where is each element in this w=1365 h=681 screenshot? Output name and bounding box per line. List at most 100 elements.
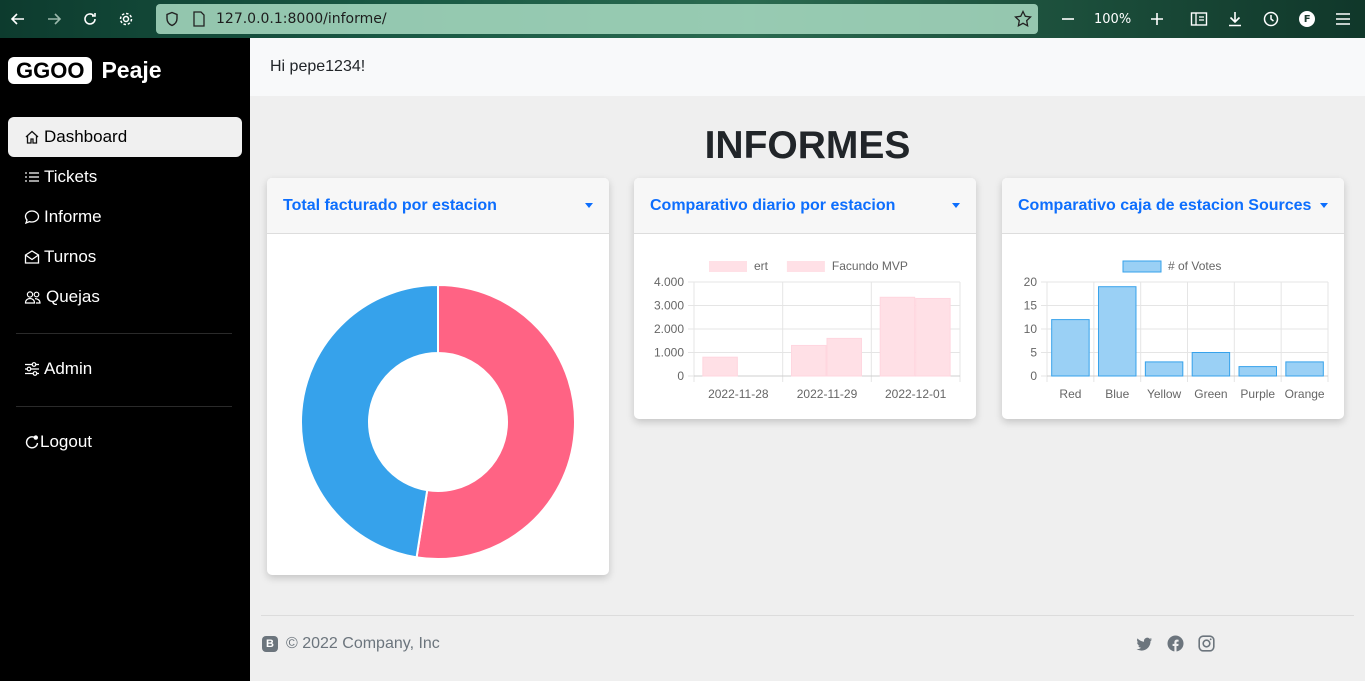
account-button[interactable]: F [1289, 0, 1325, 38]
bar [1238, 366, 1277, 377]
card-title: Total facturado por estacion [283, 196, 497, 214]
x-tick-label: Purple [1240, 387, 1275, 401]
y-tick-label: 2.000 [654, 322, 684, 336]
people-icon [24, 291, 41, 304]
x-tick-label: Blue [1105, 387, 1129, 401]
twitter-icon [1136, 637, 1152, 651]
sidebar-item-quejas[interactable]: Quejas [8, 277, 242, 317]
brand-name: Peaje [101, 57, 162, 83]
y-tick-label: 15 [1024, 299, 1038, 313]
bar [1191, 352, 1231, 377]
downloads-button[interactable] [1217, 0, 1253, 38]
sidebar-item-logout[interactable]: Logout [8, 422, 242, 462]
legend-swatch [709, 261, 747, 272]
logout-icon [25, 435, 39, 449]
y-tick-label: 0 [677, 369, 684, 383]
footer-divider [261, 615, 1354, 616]
daily-bar-chart: ert Facundo MVP 0 1.000 2.000 3.000 4.000 2022-… [654, 259, 961, 401]
sidebar-item-label: Turnos [44, 247, 97, 266]
x-tick-label: 2022-11-28 [708, 387, 769, 401]
sidebar-item-label: Quejas [46, 287, 100, 306]
card-comparativo-diario: Comparativo diario por estacion ert Facun… [634, 178, 976, 419]
doughnut-slice [415, 283, 576, 560]
bar [791, 344, 827, 377]
sidebar-item-admin[interactable]: Admin [8, 349, 242, 389]
bar [1098, 286, 1137, 377]
sidebar-divider [16, 406, 232, 407]
sidebar: GGOO Peaje Dashboard Tickets Informe Tur… [0, 38, 250, 681]
forward-button[interactable] [36, 0, 72, 38]
settings-button[interactable] [108, 0, 144, 38]
sidebar-divider [16, 333, 232, 334]
y-tick-label: 0 [1030, 369, 1037, 383]
mail-icon [24, 250, 40, 264]
clock-icon [1263, 11, 1279, 27]
bar [1144, 361, 1184, 377]
votes-bar-chart: # of Votes 0 5 10 15 20 Red Blue Yellow Green Purp… [1024, 259, 1329, 401]
bar [1285, 361, 1324, 377]
card-header[interactable]: Total facturado por estacion [267, 178, 609, 234]
y-tick-label: 20 [1024, 275, 1038, 289]
card-title: Comparativo diario por estacion [650, 196, 896, 214]
page-title: INFORMES [704, 124, 911, 167]
bar [1051, 319, 1090, 377]
address-bar[interactable]: 127.0.0.1:8000/informe/ [156, 4, 1038, 34]
legend-label: ert [754, 259, 769, 273]
zoom-level[interactable]: 100% [1094, 12, 1131, 27]
sidebar-item-tickets[interactable]: Tickets [8, 157, 242, 197]
x-tick-label: 2022-11-29 [797, 387, 858, 401]
legend-swatch [786, 261, 825, 272]
back-button[interactable] [0, 0, 36, 38]
twitter-link[interactable] [1136, 636, 1153, 652]
shield-icon [166, 11, 178, 27]
sidebar-item-label: Tickets [44, 167, 98, 186]
legend-label: # of Votes [1168, 259, 1221, 273]
bootstrap-logo[interactable]: B [262, 636, 278, 652]
reload-icon [84, 13, 96, 25]
card-header[interactable]: Comparativo caja de estacion Sources [1002, 178, 1344, 234]
gear-icon [119, 12, 133, 26]
menu-button[interactable] [1325, 0, 1361, 38]
star-icon[interactable] [1014, 10, 1032, 28]
sidebar-item-informe[interactable]: Informe [8, 197, 242, 237]
zoom-in-button[interactable] [1139, 0, 1175, 38]
sidebar-item-label: Informe [44, 207, 102, 226]
reader-view-button[interactable] [1181, 0, 1217, 38]
y-tick-label: 10 [1024, 322, 1038, 336]
doughnut-chart: ertFacundo MVP [300, 283, 576, 560]
sidebar-item-turnos[interactable]: Turnos [8, 237, 242, 277]
social-links [1136, 635, 1229, 652]
back-arrow-icon [10, 13, 24, 25]
home-icon [25, 130, 39, 144]
x-tick-label: Yellow [1147, 387, 1182, 401]
y-tick-label: 3.000 [654, 299, 684, 313]
instagram-link[interactable] [1198, 635, 1215, 652]
card-comparativo-caja: Comparativo caja de estacion Sources # o… [1002, 178, 1344, 419]
url-text: 127.0.0.1:8000/informe/ [216, 11, 387, 27]
dropdown-caret-icon[interactable] [952, 203, 960, 208]
legend-swatch [1122, 260, 1162, 273]
sidebar-item-label: Admin [44, 359, 93, 378]
main-content: Hi pepe1234! INFORMES Total facturado po… [250, 38, 1365, 681]
doughnut-slice [300, 283, 439, 559]
y-tick-label: 4.000 [654, 275, 684, 289]
x-tick-label: Orange [1285, 387, 1325, 401]
card-total-facturado: Total facturado por estacion ertFacundo … [267, 178, 609, 575]
zoom-out-button[interactable] [1050, 0, 1086, 38]
card-header[interactable]: Comparativo diario por estacion [634, 178, 976, 234]
bar [879, 296, 916, 377]
x-tick-label: 2022-12-01 [885, 387, 947, 401]
bar [915, 297, 951, 377]
facebook-link[interactable] [1167, 635, 1184, 652]
dropdown-caret-icon[interactable] [1320, 203, 1328, 208]
brand[interactable]: GGOO Peaje [8, 57, 162, 84]
instagram-icon [1198, 635, 1215, 652]
page-icon [193, 11, 205, 27]
greeting-text: Hi pepe1234! [270, 58, 366, 75]
sidebar-item-dashboard[interactable]: Dashboard [8, 117, 242, 157]
dropdown-caret-icon[interactable] [585, 203, 593, 208]
profile-avatar: F [1299, 11, 1316, 27]
reload-button[interactable] [72, 0, 108, 38]
y-tick-label: 5 [1030, 346, 1037, 360]
history-button[interactable] [1253, 0, 1289, 38]
